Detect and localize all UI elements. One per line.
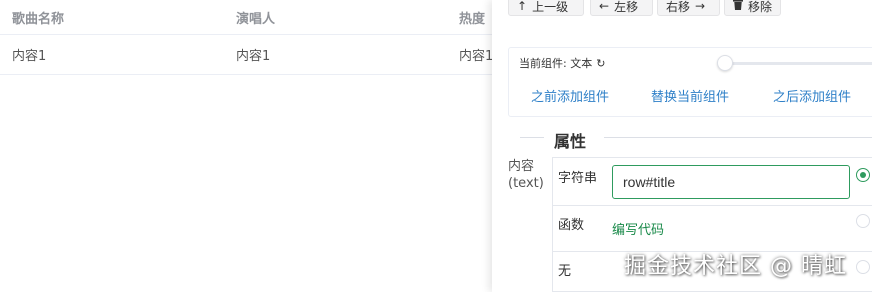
move-left-button[interactable]: ← 左移 bbox=[590, 0, 653, 16]
watermark: 掘金技术社区 @ 晴虹 bbox=[624, 254, 847, 279]
slider-handle[interactable] bbox=[717, 55, 733, 71]
column-header-song-name[interactable]: 歌曲名称 bbox=[12, 0, 64, 34]
divider bbox=[604, 137, 872, 138]
move-right-label: 右移 bbox=[666, 0, 691, 14]
table-cell: 内容1 bbox=[236, 49, 271, 64]
option-none-label: 无 bbox=[558, 264, 572, 279]
property-label: 内容 (text) bbox=[508, 158, 544, 192]
option-function-label: 函数 bbox=[558, 218, 585, 233]
parent-level-label: 上一级 bbox=[532, 0, 569, 14]
song-table: 歌曲名称 演唱人 热度 内容1 内容1 内容1 bbox=[0, 0, 494, 292]
none-option-radio[interactable] bbox=[856, 260, 870, 274]
arrow-right-icon: → bbox=[695, 0, 706, 13]
table-cell: 内容1 bbox=[12, 49, 47, 64]
column-header-popularity[interactable]: 热度 bbox=[459, 0, 485, 34]
property-key: (text) bbox=[508, 176, 544, 191]
current-component-box: 当前组件: 文本 ↻ 之前添加组件 替换当前组件 之后添加组件 bbox=[508, 47, 872, 117]
move-right-button[interactable]: 右移 → bbox=[657, 0, 720, 16]
column-header-singer[interactable]: 演唱人 bbox=[236, 0, 275, 34]
add-after-link[interactable]: 之后添加组件 bbox=[773, 86, 851, 105]
remove-label: 移除 bbox=[748, 0, 773, 14]
component-actions: 之前添加组件 替换当前组件 之后添加组件 bbox=[531, 86, 872, 105]
current-component: 当前组件: 文本 ↻ bbox=[519, 55, 605, 71]
table-cell: 内容1 bbox=[459, 49, 494, 64]
remove-button[interactable]: 移除 bbox=[724, 0, 781, 16]
current-component-label: 当前组件: 文本 bbox=[519, 57, 593, 70]
trash-icon bbox=[733, 0, 743, 13]
section-title: 属性 bbox=[554, 132, 587, 151]
move-left-label: 左移 bbox=[614, 0, 639, 14]
slider-track[interactable] bbox=[721, 62, 872, 65]
edit-code-link[interactable]: 编写代码 bbox=[612, 219, 664, 238]
replace-component-link[interactable]: 替换当前组件 bbox=[651, 86, 729, 105]
function-option-radio[interactable] bbox=[856, 214, 870, 228]
add-before-link[interactable]: 之前添加组件 bbox=[531, 86, 609, 105]
divider bbox=[552, 205, 872, 206]
arrow-up-icon: ↑ bbox=[517, 0, 528, 13]
refresh-icon[interactable]: ↻ bbox=[596, 57, 605, 70]
divider bbox=[520, 137, 544, 138]
parent-level-button[interactable]: ↑ 上一级 bbox=[508, 0, 584, 16]
string-option-radio[interactable] bbox=[856, 168, 870, 182]
arrow-left-icon: ← bbox=[599, 0, 610, 13]
option-string-label: 字符串 bbox=[558, 171, 598, 186]
property-name: 内容 bbox=[508, 159, 535, 174]
table-row[interactable]: 内容1 内容1 内容1 bbox=[0, 35, 494, 75]
table-header: 歌曲名称 演唱人 热度 bbox=[0, 0, 492, 35]
string-value-input[interactable] bbox=[612, 165, 850, 199]
